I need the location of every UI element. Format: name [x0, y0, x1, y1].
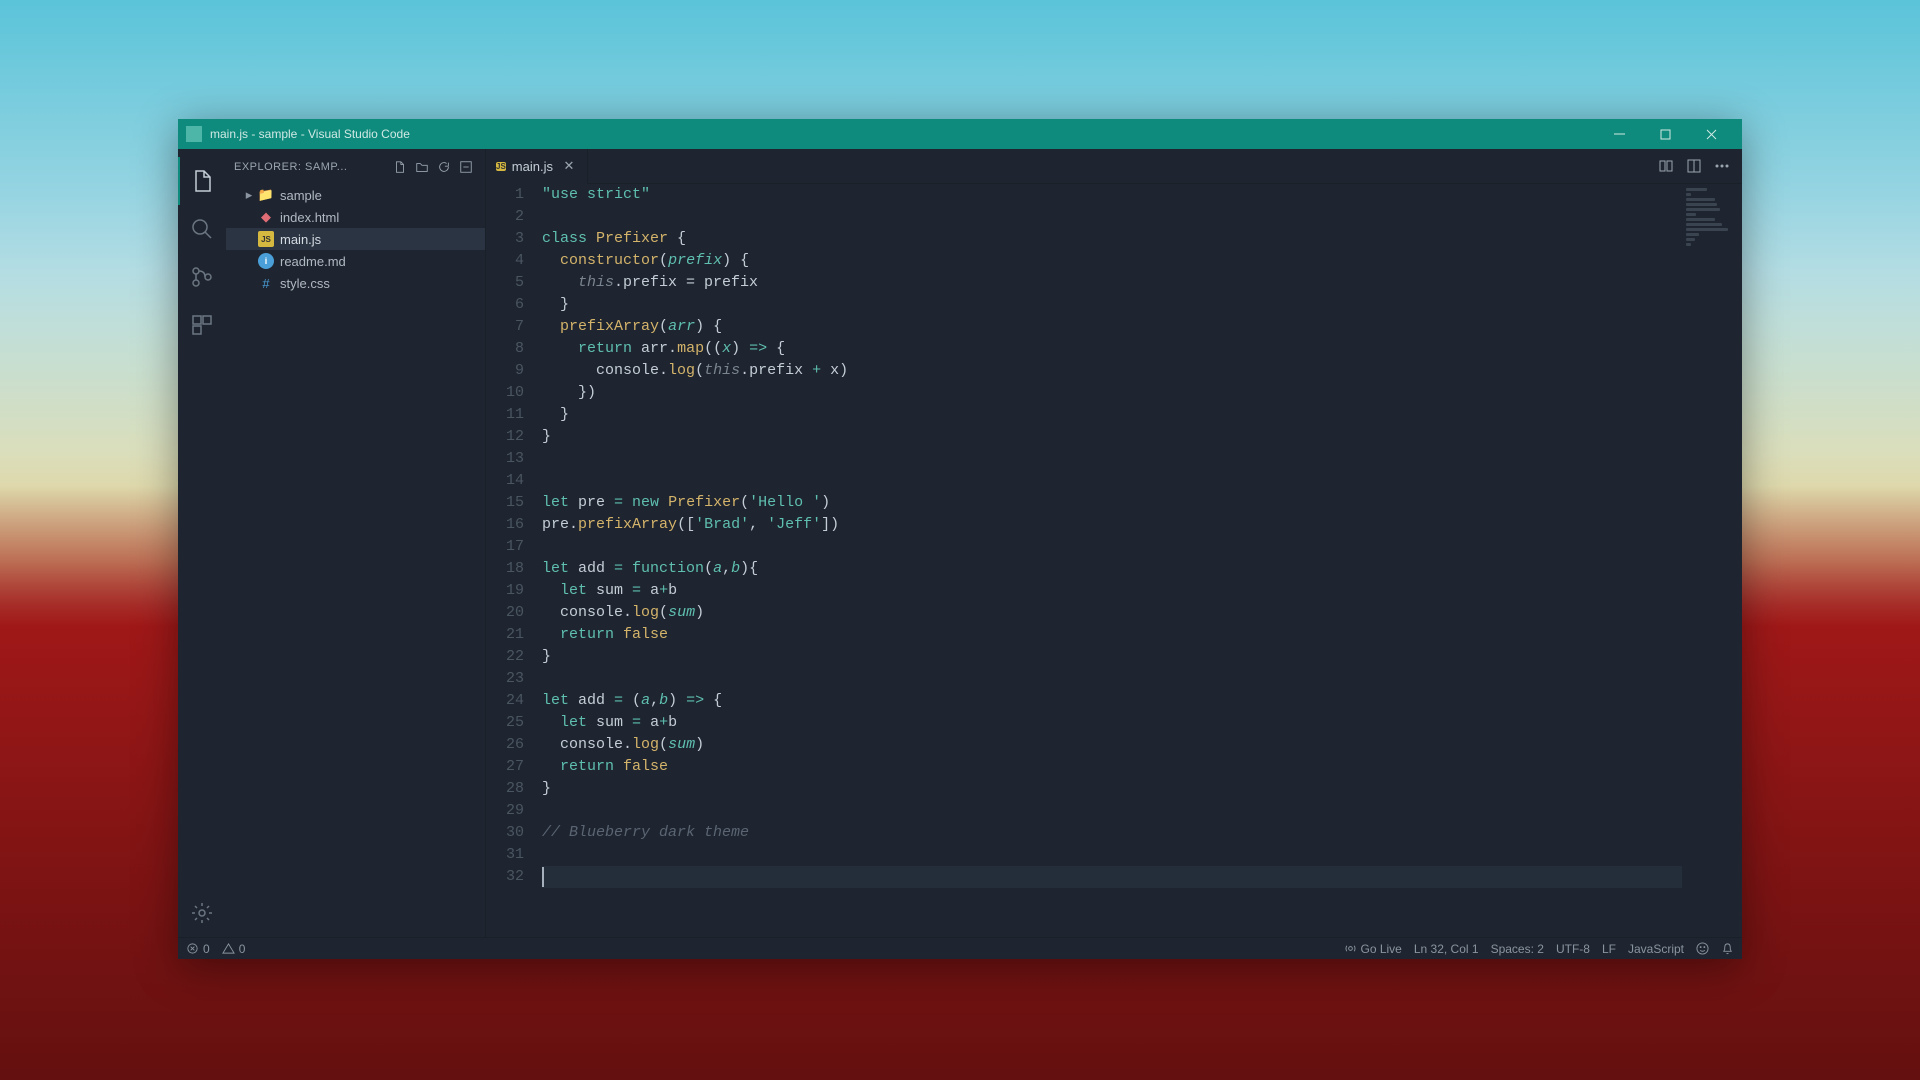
folder-sample[interactable]: ▸ 📁 sample	[226, 184, 485, 206]
file-tree: ▸ 📁 sample ◆ index.html JS main.js i rea…	[226, 184, 485, 294]
new-file-icon[interactable]	[389, 156, 411, 178]
status-eol[interactable]: LF	[1602, 942, 1616, 956]
source-control-icon[interactable]	[178, 253, 226, 301]
status-bar: 0 0 Go Live Ln 32, Col 1 Spaces: 2 UTF-8…	[178, 937, 1742, 959]
file-label: main.js	[280, 232, 321, 247]
maximize-button[interactable]	[1642, 119, 1688, 149]
activity-bar	[178, 149, 226, 937]
html-file-icon: ◆	[258, 209, 274, 225]
status-go-live[interactable]: Go Live	[1344, 942, 1402, 956]
window-title: main.js - sample - Visual Studio Code	[210, 127, 1596, 141]
status-feedback-icon[interactable]	[1696, 942, 1709, 955]
close-button[interactable]	[1688, 119, 1734, 149]
file-index-html[interactable]: ◆ index.html	[226, 206, 485, 228]
file-label: readme.md	[280, 254, 346, 269]
status-encoding[interactable]: UTF-8	[1556, 942, 1590, 956]
explorer-title: EXPLORER: SAMP...	[234, 161, 389, 173]
titlebar[interactable]: main.js - sample - Visual Studio Code	[178, 119, 1742, 149]
chevron-right-icon: ▸	[242, 187, 256, 203]
md-file-icon: i	[258, 253, 274, 269]
new-folder-icon[interactable]	[411, 156, 433, 178]
settings-gear-icon[interactable]	[178, 889, 226, 937]
split-editor-icon[interactable]	[1680, 152, 1708, 180]
refresh-icon[interactable]	[433, 156, 455, 178]
editor-area: JS main.js ✕ 123456789101112131415161718…	[486, 149, 1742, 937]
minimap[interactable]	[1682, 184, 1742, 937]
status-language[interactable]: JavaScript	[1628, 942, 1684, 956]
status-errors[interactable]: 0	[186, 942, 210, 956]
compare-changes-icon[interactable]	[1652, 152, 1680, 180]
css-file-icon: #	[258, 275, 274, 291]
js-file-icon: JS	[258, 231, 274, 247]
js-file-icon: JS	[496, 162, 506, 171]
file-label: index.html	[280, 210, 339, 225]
folder-label: sample	[280, 188, 322, 203]
extensions-icon[interactable]	[178, 301, 226, 349]
sidebar-header: EXPLORER: SAMP...	[226, 149, 485, 184]
tab-label: main.js	[512, 159, 553, 174]
sidebar: EXPLORER: SAMP... ▸ 📁 sample ◆ index.htm…	[226, 149, 486, 937]
folder-icon: 📁	[258, 187, 274, 203]
file-readme-md[interactable]: i readme.md	[226, 250, 485, 272]
app-icon	[186, 126, 202, 142]
tab-main-js[interactable]: JS main.js ✕	[486, 149, 588, 184]
status-bell-icon[interactable]	[1721, 942, 1734, 955]
code-editor[interactable]: 1234567891011121314151617181920212223242…	[486, 184, 1742, 937]
file-main-js[interactable]: JS main.js	[226, 228, 485, 250]
search-icon[interactable]	[178, 205, 226, 253]
explorer-icon[interactable]	[178, 157, 226, 205]
line-numbers: 1234567891011121314151617181920212223242…	[486, 184, 542, 937]
file-style-css[interactable]: # style.css	[226, 272, 485, 294]
code-content[interactable]: "use strict"class Prefixer { constructor…	[542, 184, 1682, 937]
close-tab-icon[interactable]: ✕	[561, 158, 577, 174]
status-warnings[interactable]: 0	[222, 942, 246, 956]
status-spaces[interactable]: Spaces: 2	[1491, 942, 1544, 956]
tab-bar: JS main.js ✕	[486, 149, 1742, 184]
vscode-window: main.js - sample - Visual Studio Code EX…	[178, 119, 1742, 959]
more-actions-icon[interactable]	[1708, 152, 1736, 180]
minimize-button[interactable]	[1596, 119, 1642, 149]
file-label: style.css	[280, 276, 330, 291]
collapse-icon[interactable]	[455, 156, 477, 178]
status-line-col[interactable]: Ln 32, Col 1	[1414, 942, 1479, 956]
